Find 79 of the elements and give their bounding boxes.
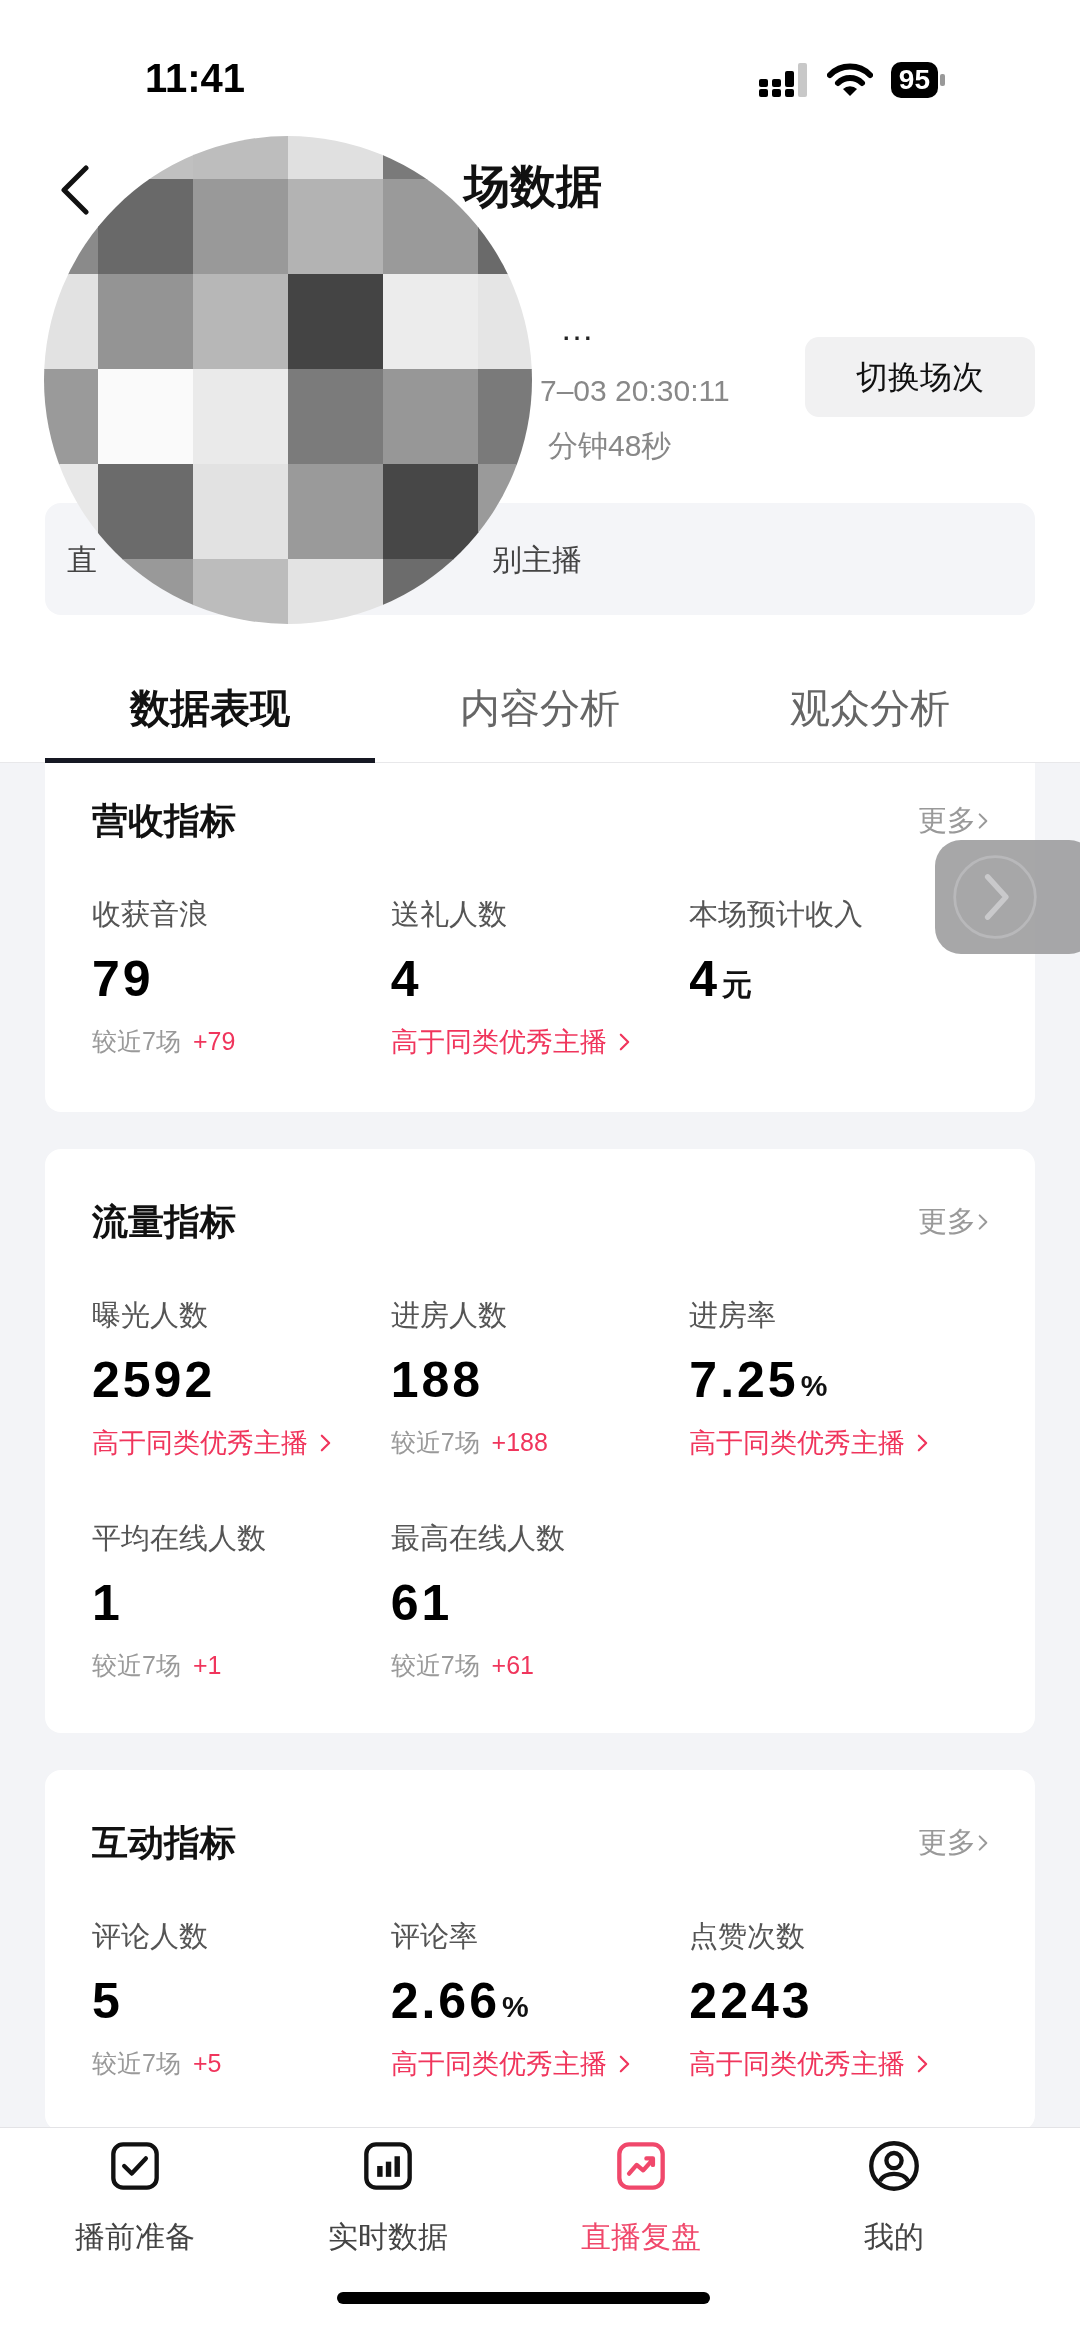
more-link[interactable]: 更多	[918, 1200, 988, 1244]
more-link[interactable]: 更多	[918, 1821, 988, 1865]
wifi-icon	[826, 63, 873, 97]
metric-value: 188	[390, 1352, 484, 1408]
chevron-right-icon	[978, 1834, 988, 1852]
compare-delta: +5	[192, 2048, 222, 2080]
metric-value: 1	[92, 1575, 123, 1631]
page-title: 场数据	[464, 158, 602, 214]
nav-item[interactable]: 实时数据	[261, 2140, 515, 2259]
compare-delta: +61	[491, 1650, 534, 1682]
metric-value: 79	[92, 951, 154, 1007]
metric-label: 本场预计收入	[689, 897, 865, 932]
chevron-right-icon	[978, 812, 988, 830]
compare-delta: +79	[192, 1026, 236, 1058]
tab[interactable]: 观众分析	[790, 677, 950, 738]
notice-text: 别主播	[492, 541, 582, 578]
metric-label: 进房人数	[390, 1298, 508, 1333]
chevron-right-icon	[320, 1433, 331, 1453]
battery-level: 95	[890, 62, 938, 98]
metric-value: 2.66	[390, 1973, 500, 2029]
compare-label: 较近7场	[92, 1650, 181, 1682]
metric-value: 4	[390, 951, 422, 1007]
back-icon[interactable]	[58, 165, 92, 215]
nav-item[interactable]: 播前准备	[9, 2140, 262, 2259]
chevron-right-icon	[951, 853, 1039, 941]
streamer-name: …	[560, 313, 595, 349]
compare-delta: +1	[192, 1650, 222, 1682]
metric-value: 7.25	[689, 1352, 799, 1408]
rank-link[interactable]: 高于同类优秀主播	[390, 1021, 630, 1063]
start-time: 7–03 20:30:11	[540, 373, 730, 409]
metric-label: 评论率	[390, 1919, 479, 1954]
status-time: 11:41	[145, 58, 246, 98]
rank-link[interactable]: 高于同类优秀主播	[390, 2043, 630, 2085]
rank-link[interactable]: 高于同类优秀主播	[689, 1422, 929, 1464]
metric-value: 4	[689, 951, 721, 1007]
chevron-right-icon	[978, 1213, 988, 1231]
tab[interactable]: 内容分析	[460, 677, 620, 738]
duration: 分钟48秒	[548, 428, 673, 464]
compare-label: 较近7场	[390, 1650, 480, 1682]
metric-label: 评论人数	[92, 1919, 209, 1954]
section-title: 流量指标	[92, 1200, 236, 1244]
metric-value: 5	[92, 1973, 123, 2029]
metric-unit: 元	[722, 967, 753, 1003]
checkbox-icon	[109, 2140, 162, 2192]
compare-delta: +188	[491, 1427, 548, 1459]
chevron-right-icon	[917, 2054, 929, 2074]
metric-label: 收获音浪	[92, 897, 209, 932]
metric-unit: %	[502, 1989, 529, 2025]
metric-value: 2592	[92, 1352, 216, 1408]
section-title: 互动指标	[92, 1821, 236, 1865]
metric-unit: %	[800, 1368, 828, 1404]
bar-chart-icon	[362, 2140, 415, 2192]
metric-label: 最高在线人数	[390, 1521, 566, 1556]
compare-label: 较近7场	[92, 2048, 181, 2080]
metric-value: 61	[390, 1575, 453, 1631]
chevron-right-icon	[618, 1032, 630, 1052]
switch-session-button[interactable]: 切换场次	[805, 337, 1035, 417]
more-link[interactable]: 更多	[918, 799, 988, 843]
metric-value: 2243	[689, 1973, 813, 2029]
nav-item[interactable]: 直播复盘	[514, 2140, 768, 2259]
notice-text: 直	[67, 541, 97, 578]
chevron-right-icon	[917, 1433, 929, 1453]
section-title: 营收指标	[92, 799, 236, 843]
metric-label: 点赞次数	[689, 1919, 807, 1954]
metric-label: 送礼人数	[390, 897, 508, 932]
nav-item[interactable]: 我的	[767, 2140, 1020, 2259]
metric-label: 进房率	[689, 1298, 778, 1333]
metric-label: 曝光人数	[92, 1298, 209, 1333]
rank-link[interactable]: 高于同类优秀主播	[92, 1422, 331, 1464]
trend-chart-icon	[614, 2140, 667, 2192]
compare-label: 较近7场	[92, 1026, 181, 1058]
metric-label: 平均在线人数	[92, 1521, 267, 1556]
battery-cap-icon	[940, 74, 945, 86]
compare-label: 较近7场	[390, 1427, 480, 1459]
tab[interactable]: 数据表现	[130, 677, 290, 738]
user-icon	[867, 2140, 920, 2192]
signal-icon	[758, 63, 809, 97]
chevron-right-icon	[618, 2054, 630, 2074]
rank-link[interactable]: 高于同类优秀主播	[689, 2043, 929, 2085]
